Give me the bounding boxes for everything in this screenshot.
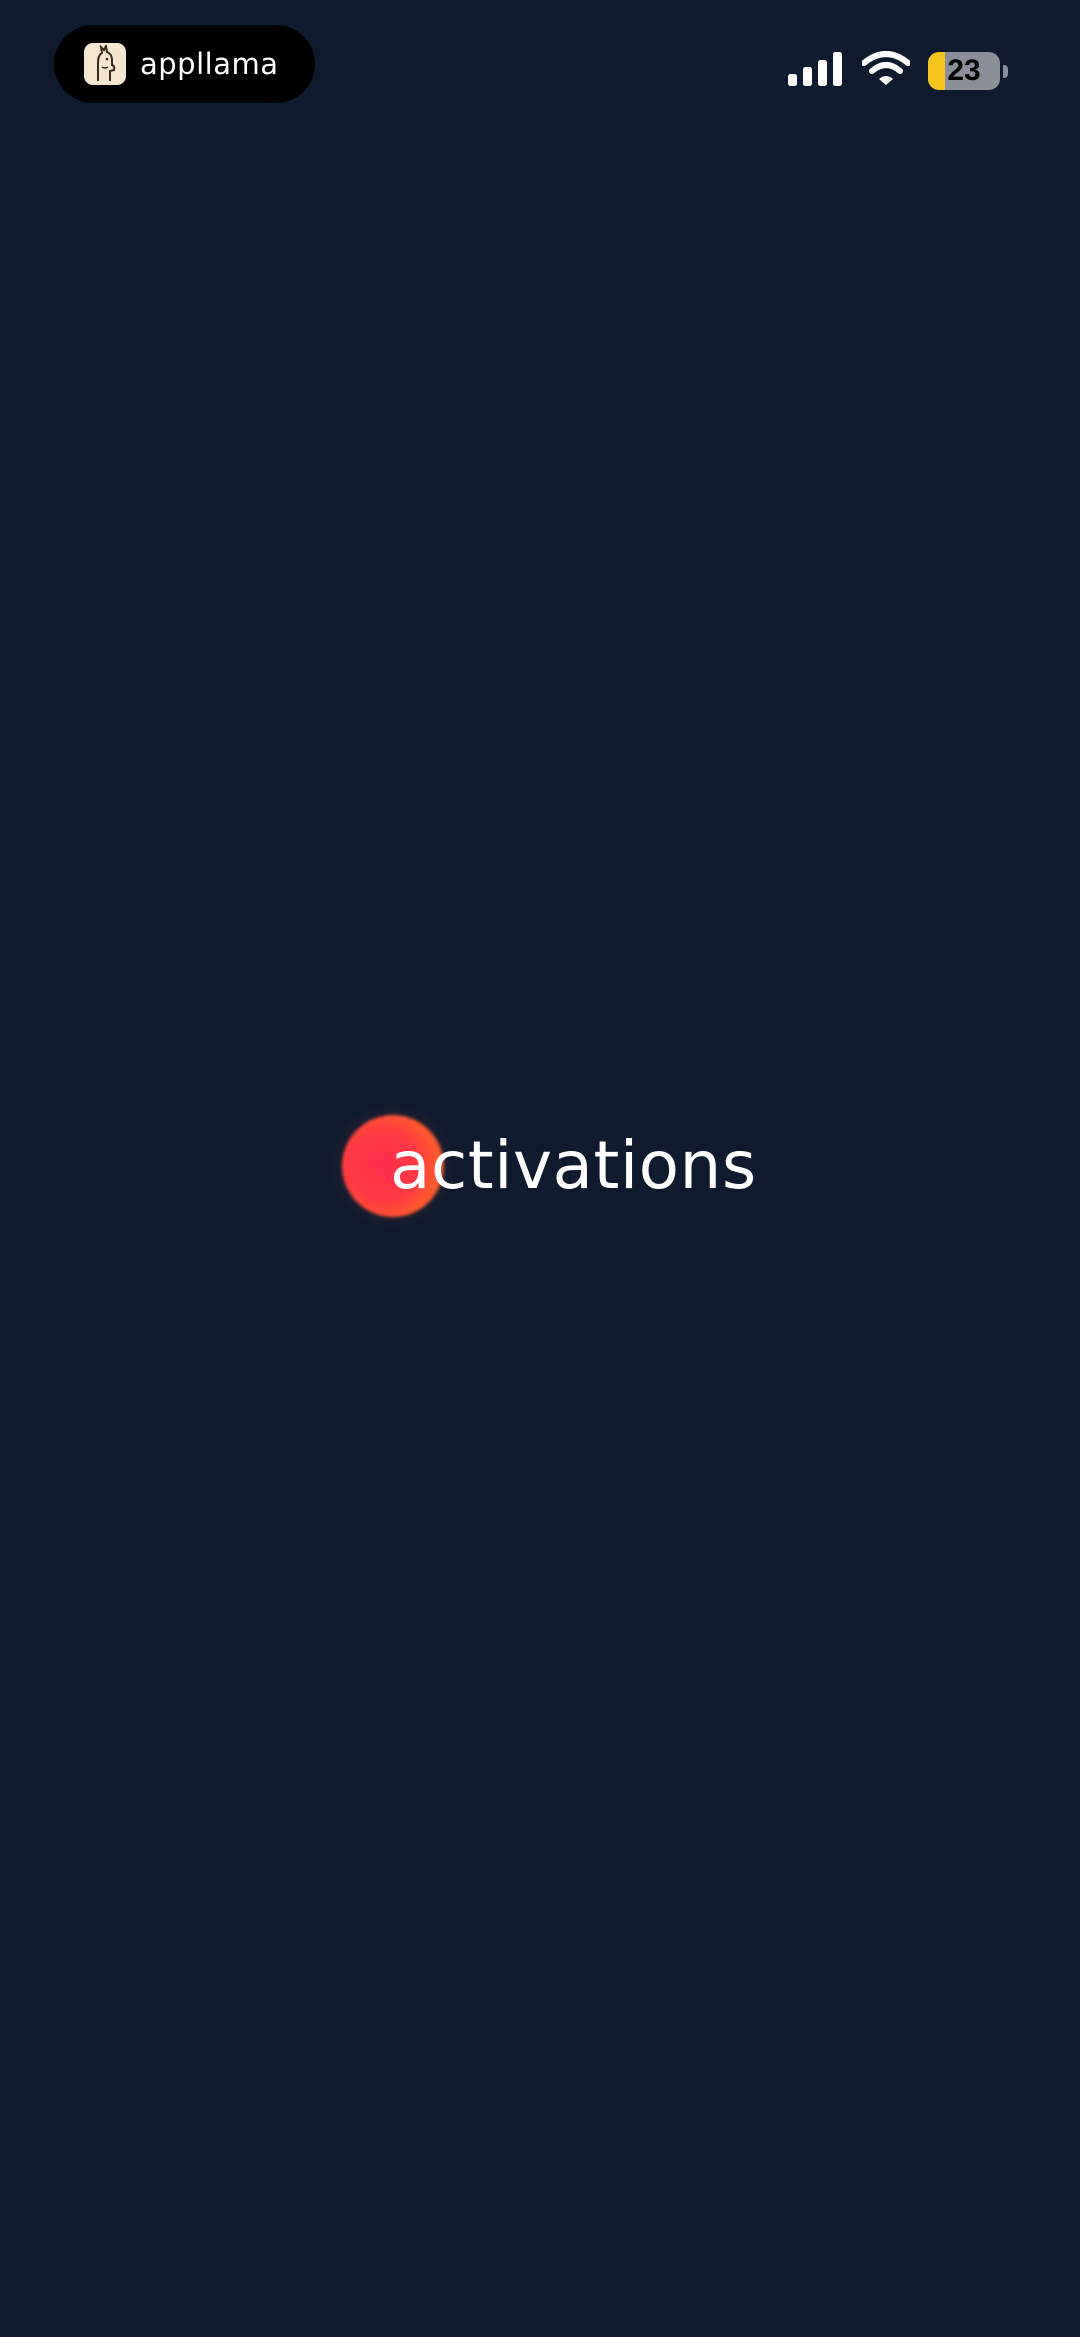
brand-name: activations bbox=[390, 1127, 757, 1204]
recording-app-label: appllama bbox=[140, 47, 279, 81]
battery-cap bbox=[1003, 64, 1008, 78]
screen-recording-pill[interactable]: appllama bbox=[54, 25, 315, 103]
battery-fill bbox=[928, 52, 945, 90]
llama-icon bbox=[84, 43, 126, 85]
splash-logo: activations bbox=[0, 1103, 1080, 1229]
status-bar-indicators: 23 bbox=[788, 48, 1008, 94]
battery-indicator: 23 bbox=[928, 52, 1000, 90]
cellular-signal-icon bbox=[788, 51, 842, 91]
wifi-icon bbox=[861, 50, 911, 92]
battery-level-text: 23 bbox=[947, 54, 981, 87]
